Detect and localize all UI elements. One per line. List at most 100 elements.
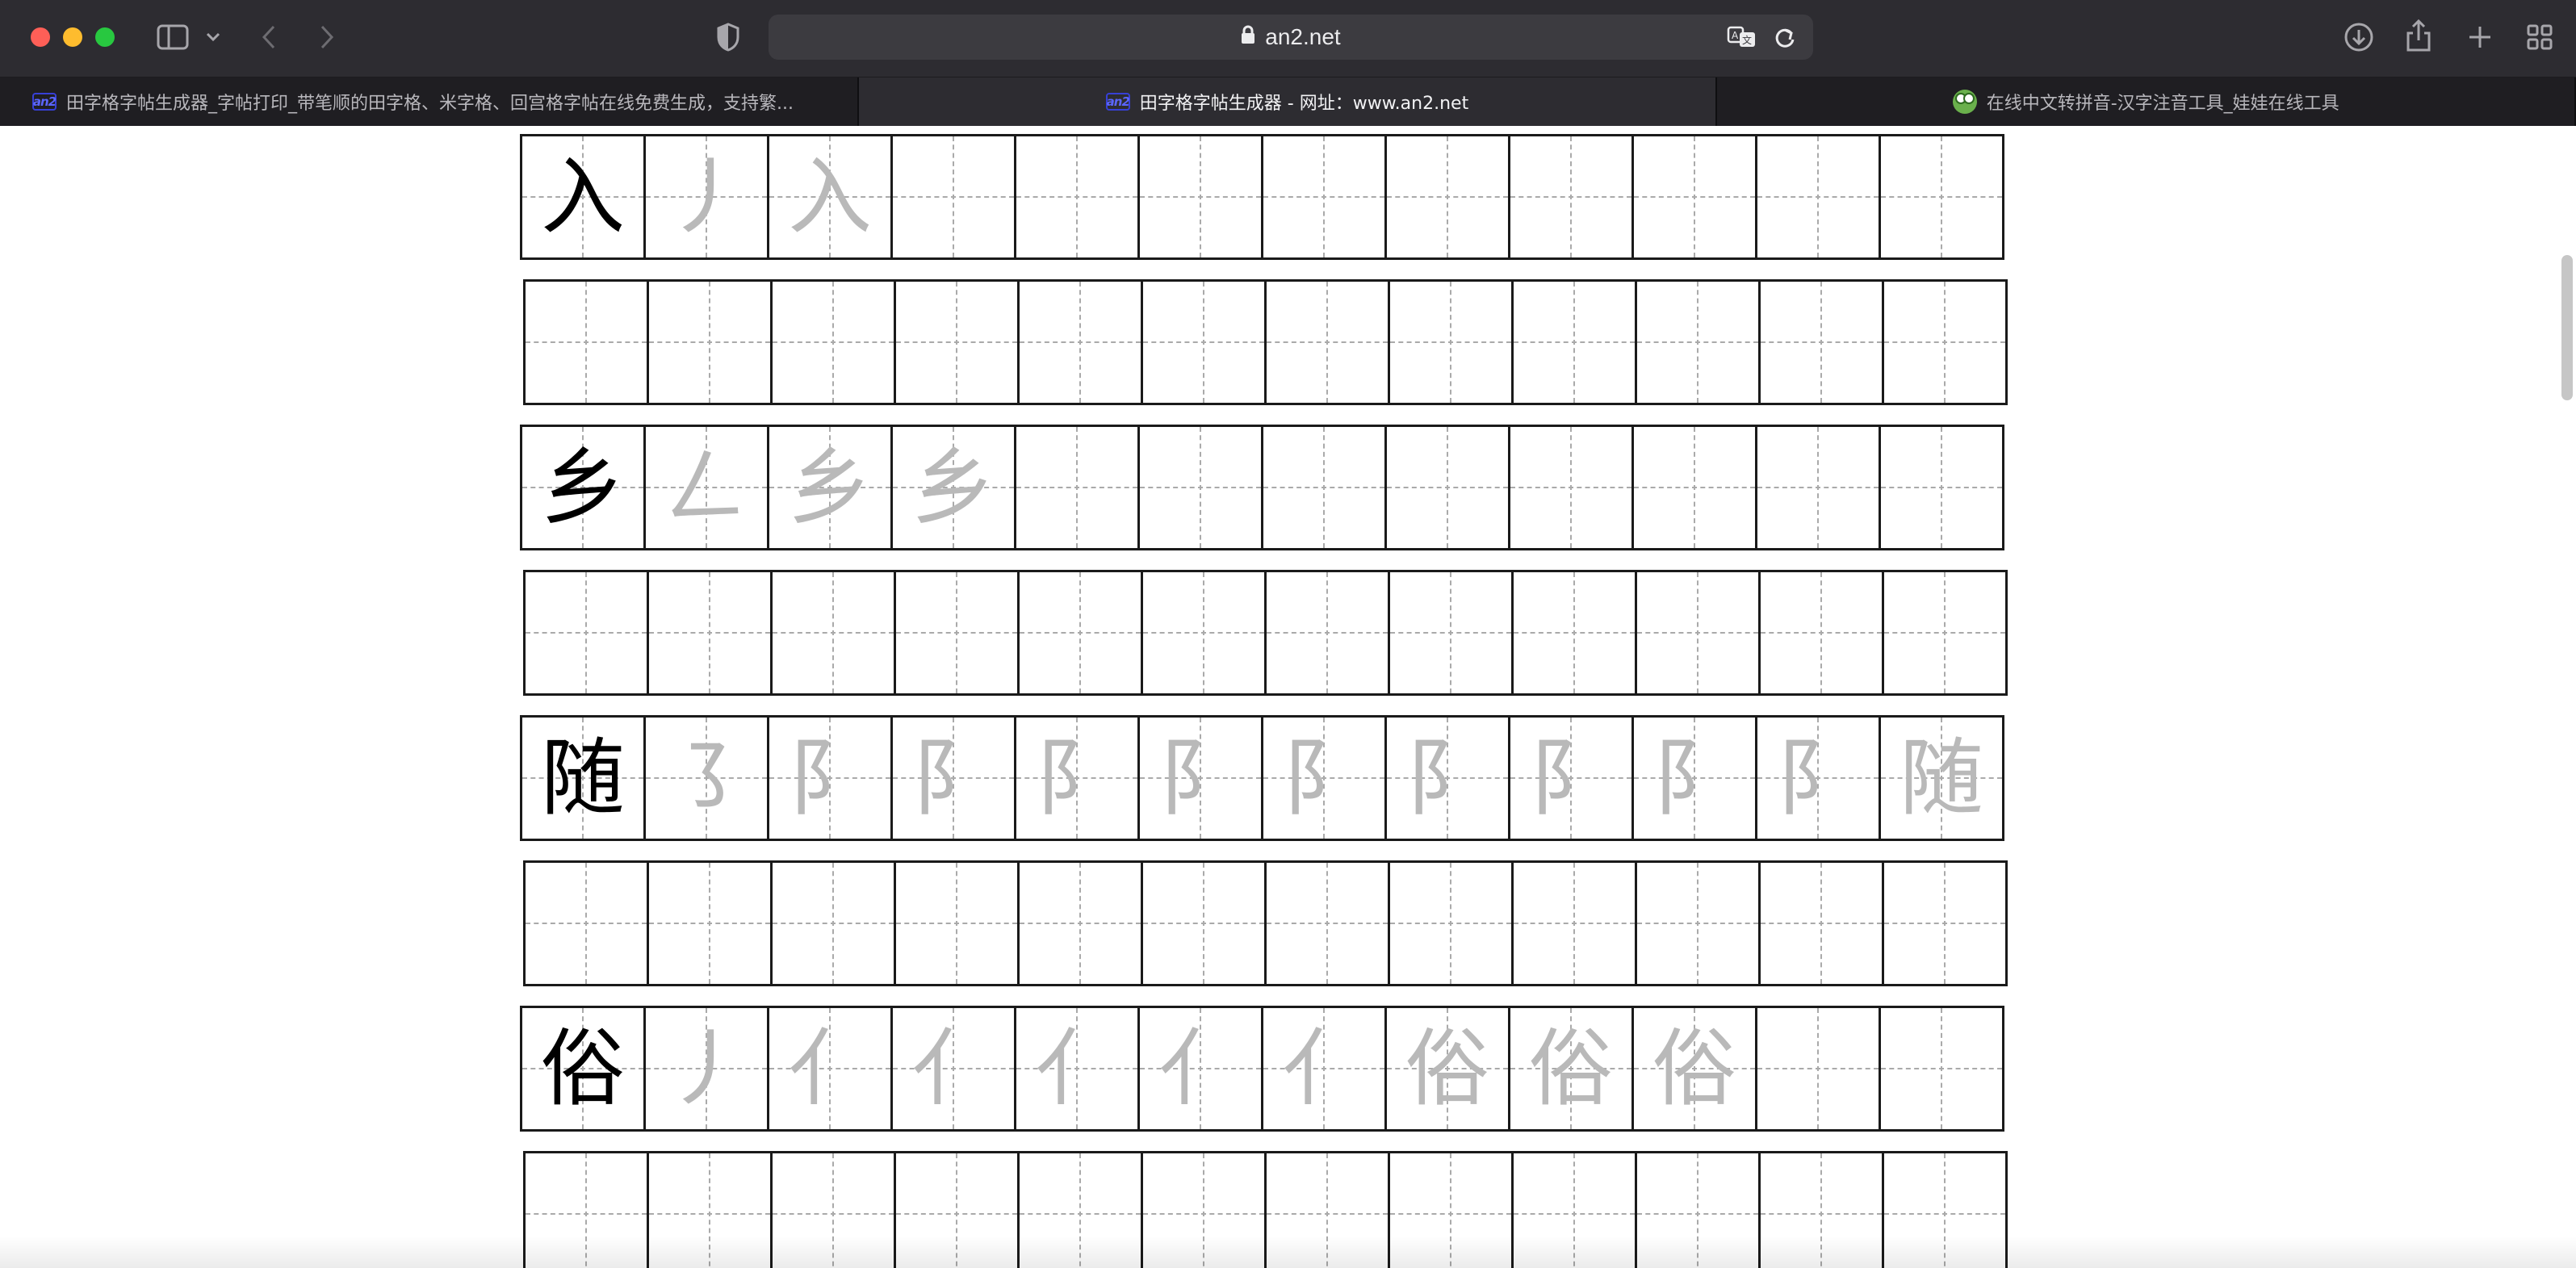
practice-row: 俗丿亻亻亻亻亻俗俗俗 xyxy=(520,1006,2004,1132)
blank-row xyxy=(523,860,2008,986)
model-character: 入 xyxy=(540,148,625,246)
grid-cell: 亻 xyxy=(1014,1006,1140,1132)
grid-cell xyxy=(1879,1006,2004,1132)
tab-an2-generator[interactable]: an2 田字格字帖生成器 - 网址：www.an2.net xyxy=(858,77,1718,126)
grid-cell: 入 xyxy=(767,134,893,260)
grid-cell xyxy=(1882,570,2008,696)
stroke-order-character: 亻 xyxy=(1034,1019,1119,1118)
stroke-order-character: 阝 xyxy=(1034,729,1119,827)
sidebar-toggle-icon[interactable] xyxy=(155,23,191,52)
stroke-order-character: 乡 xyxy=(911,438,995,537)
stroke-order-character: 丿 xyxy=(664,148,748,246)
grid-cell: 随 xyxy=(520,715,646,841)
grid-cell xyxy=(1384,425,1510,550)
grid-cell: 俗 xyxy=(1631,1006,1757,1132)
privacy-shield-icon[interactable] xyxy=(714,21,743,53)
grid-cell xyxy=(523,570,649,696)
downloads-icon[interactable] xyxy=(2341,19,2377,55)
grid-cell: 亻 xyxy=(767,1006,893,1132)
reload-icon[interactable] xyxy=(1771,24,1799,52)
stroke-order-character: 俗 xyxy=(1528,1019,1613,1118)
grid-cell: 丿 xyxy=(643,134,769,260)
back-arrow-icon[interactable] xyxy=(257,23,281,52)
lock-icon xyxy=(1241,24,1255,50)
grid-cell: ㇌ xyxy=(643,715,769,841)
model-character: 随 xyxy=(540,729,625,827)
grid-cell xyxy=(1137,425,1263,550)
grid-cell: 阝 xyxy=(1508,715,1634,841)
grid-cell xyxy=(523,860,649,986)
grid-cell xyxy=(1384,134,1510,260)
grid-cell xyxy=(1014,425,1140,550)
grid-cell: 俗 xyxy=(1508,1006,1634,1132)
grid-cell: 俗 xyxy=(1384,1006,1510,1132)
stroke-order-character: 阝 xyxy=(1405,729,1489,827)
grid-cell: 乡 xyxy=(890,425,1016,550)
bottom-fade xyxy=(0,1236,2576,1268)
share-icon[interactable] xyxy=(2401,16,2436,55)
blank-row xyxy=(523,279,2008,405)
stroke-order-character: 阝 xyxy=(1158,729,1242,827)
grid-cell xyxy=(523,279,649,405)
stroke-order-character: 阝 xyxy=(911,729,995,827)
window-minimize-button[interactable] xyxy=(63,27,82,47)
stroke-order-character: 乡 xyxy=(787,438,872,537)
grid-cell: 阝 xyxy=(767,715,893,841)
grid-cell xyxy=(1511,279,1637,405)
grid-cell xyxy=(1758,570,1884,696)
grid-cell xyxy=(1388,279,1514,405)
grid-cell xyxy=(1631,134,1757,260)
grid-cell xyxy=(1635,860,1761,986)
grid-cell: 俗 xyxy=(520,1006,646,1132)
grid-cell: 亻 xyxy=(1137,1006,1263,1132)
stroke-order-character: 亻 xyxy=(911,1019,995,1118)
grid-cell xyxy=(1755,425,1881,550)
grid-cell xyxy=(1261,134,1387,260)
grid-cell xyxy=(1879,425,2004,550)
model-character: 俗 xyxy=(540,1019,625,1118)
stroke-order-character: ㇌ xyxy=(664,729,748,827)
window-close-button[interactable] xyxy=(31,27,50,47)
tab-overview-icon[interactable] xyxy=(2522,19,2557,55)
window-zoom-button[interactable] xyxy=(95,27,115,47)
svg-text:A: A xyxy=(1732,30,1739,41)
new-tab-icon[interactable] xyxy=(2462,19,2498,55)
an2-logo-icon: an2 xyxy=(32,93,57,111)
tab-pinyin-tool[interactable]: 在线中文转拼音-汉字注音工具_娃娃在线工具 xyxy=(1717,77,2576,126)
stroke-order-character: 阝 xyxy=(1281,729,1366,827)
tab-an2-generator-home[interactable]: an2 田字格字帖生成器_字帖打印_带笔顺的田字格、米字格、回宫格字帖在线免费生… xyxy=(0,77,859,126)
grid-cell xyxy=(1755,1006,1881,1132)
translate-icon[interactable]: A文 xyxy=(1726,23,1758,52)
grid-cell: 阝 xyxy=(1384,715,1510,841)
svg-text:文: 文 xyxy=(1742,34,1752,46)
an2-logo-icon: an2 xyxy=(1105,93,1130,111)
browser-toolbar: an2.net A文 xyxy=(0,0,2576,77)
grid-cell xyxy=(1388,570,1514,696)
stroke-order-character: 丿 xyxy=(664,1019,748,1118)
grid-cell: 亻 xyxy=(1261,1006,1387,1132)
grid-cell: 乡 xyxy=(767,425,893,550)
grid-cell: 随 xyxy=(1879,715,2004,841)
grid-cell xyxy=(1014,134,1140,260)
grid-cell: 阝 xyxy=(1755,715,1881,841)
grid-cell xyxy=(647,279,773,405)
stroke-order-character: 亻 xyxy=(1281,1019,1366,1118)
grid-cell xyxy=(1631,425,1757,550)
grid-cell xyxy=(1264,279,1390,405)
vertical-scrollbar[interactable] xyxy=(2561,255,2573,400)
grid-cell: 乡 xyxy=(520,425,646,550)
chevron-down-icon[interactable] xyxy=(203,26,223,48)
grid-cell xyxy=(1141,570,1267,696)
stroke-order-character: 阝 xyxy=(787,729,872,827)
grid-cell xyxy=(1141,860,1267,986)
grid-cell: 丿 xyxy=(643,1006,769,1132)
grid-cell xyxy=(1758,279,1884,405)
stroke-order-character: 𠃋 xyxy=(664,438,748,537)
forward-arrow-icon[interactable] xyxy=(315,23,339,52)
grid-cell: 阝 xyxy=(1261,715,1387,841)
grid-cell: 亻 xyxy=(890,1006,1016,1132)
stroke-order-character: 亻 xyxy=(787,1019,872,1118)
address-bar[interactable]: an2.net A文 xyxy=(769,15,1813,60)
grid-cell xyxy=(1508,425,1634,550)
grid-cell xyxy=(770,570,896,696)
